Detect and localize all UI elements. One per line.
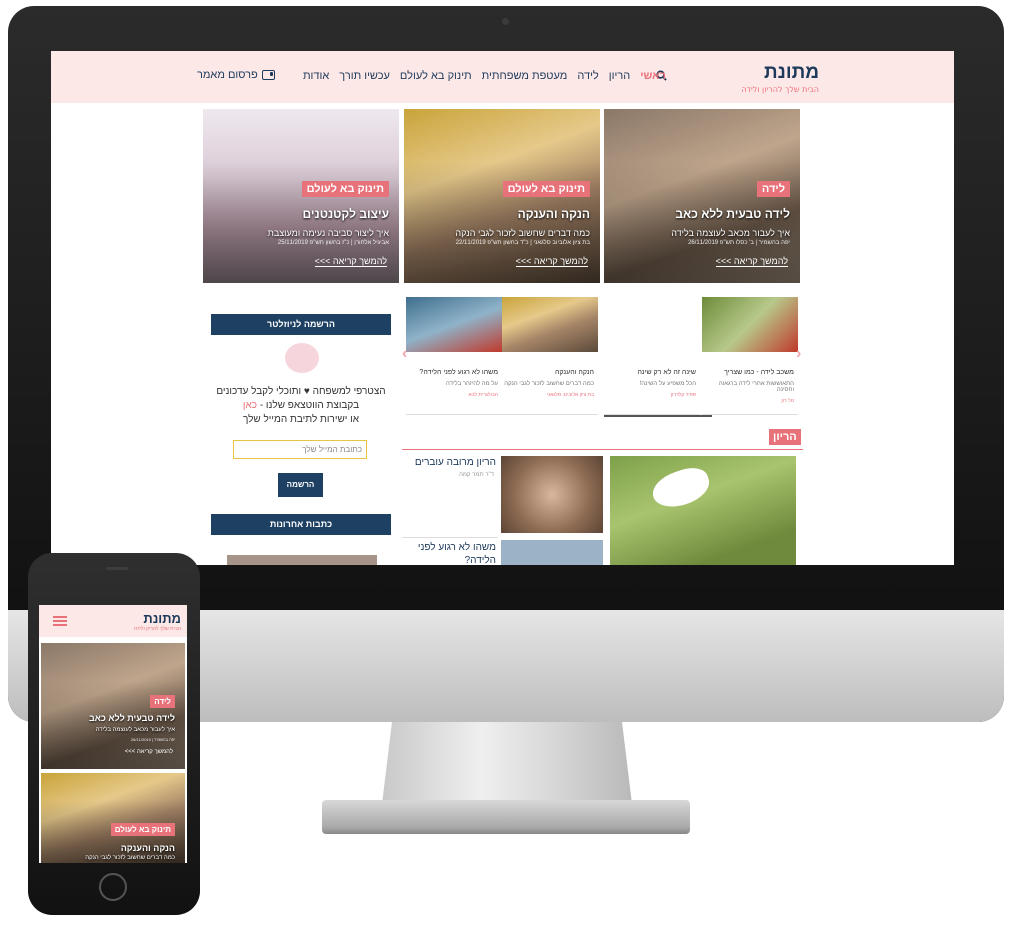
site-logo[interactable]: מתונת הבית שלך להריון ולידה [739, 62, 819, 95]
carousel-image [702, 297, 798, 352]
logo-tagline: הבית שלך להריון ולידה [741, 85, 819, 94]
carousel-title[interactable]: שינה זה לא רק שינה [604, 369, 697, 376]
carousel-author[interactable]: ספיר קלדרון [604, 392, 696, 398]
newsletter-illustration [285, 343, 319, 373]
newsletter-line-3: או ישירות לתיבת המייל שלך [242, 414, 360, 425]
hero-meta: יפה בהשמיר | 26/11/2019 [130, 737, 175, 742]
nav-item-home[interactable]: ראשי [640, 70, 666, 82]
hero-title[interactable]: לידה טבעית ללא כאב [89, 713, 175, 723]
hero-card-nursing[interactable]: תינוק בא לעולם הנקה והענקה כמה דברים שחש… [404, 109, 600, 283]
article-thumbnail[interactable] [501, 540, 603, 565]
carousel-desc: על מה להיזהר בלידה [446, 381, 498, 387]
logo-text: מתונת [764, 62, 819, 83]
newsletter-heading: הרשמה לניוזלטר [211, 314, 391, 335]
newsletter-line-2: בקבוצת הווטצאפ שלנו - [257, 400, 360, 411]
carousel-card[interactable]: משכב לידה - כמו שצריך התאוששות אחרי לידה… [702, 297, 798, 415]
hero-subtitle: איך לעבור מכאב לעוצמה בלידה [671, 228, 790, 238]
imac-stand [382, 722, 632, 804]
recent-post-thumbnail[interactable] [227, 555, 377, 565]
mobile-logo[interactable]: מתונת הבית שלך להריון ולידה [134, 611, 181, 632]
article-divider [402, 537, 498, 538]
chevron-left-icon[interactable]: ‹ [402, 345, 407, 363]
carousel-card[interactable]: שינה זה לא רק שינה הכל משפיע על השינה! ס… [604, 297, 700, 415]
nav-item-birth[interactable]: לידה [577, 70, 598, 82]
logo-text: מתונת [143, 611, 181, 626]
hero-meta: אביגיל אלחורן | כ"ז בחשון תש"פ 25/11/201… [277, 240, 389, 246]
newsletter-line-1: הצטרפי למשפחה ♥ ותוכלי לקבל עדכונים [216, 386, 386, 397]
id-card-icon [261, 70, 275, 80]
mobile-header: מתונת הבית שלך להריון ולידה [39, 605, 187, 637]
mobile-hero-card[interactable]: תינוק בא לעולם הנקה והענקה כמה דברים שחש… [41, 773, 185, 863]
publish-label: פרסום מאמר [197, 69, 258, 81]
read-more-link[interactable]: להמשך קריאה >>> [515, 256, 588, 267]
recent-posts-heading: כתבות אחרונות [211, 514, 391, 535]
read-more-link[interactable]: להמשך קריאה >>> [125, 749, 173, 755]
article-title[interactable]: הריון מרובה עוברים [415, 457, 496, 468]
hero-subtitle: כמה דברים שחשוב לזכור לגבי הנקה [85, 855, 175, 861]
article-title[interactable]: משהו לא רגוע לפני הלידה? [406, 541, 496, 565]
section-tag-pregnancy[interactable]: הריון [769, 429, 801, 445]
hero-category-tag[interactable]: תינוק בא לעולם [502, 181, 590, 197]
carousel-image [502, 297, 598, 352]
carousel-image [604, 297, 700, 352]
email-field[interactable]: כתובת המייל שלך [233, 440, 367, 459]
article-author: ד"ר תמר קמה [459, 472, 494, 478]
carousel-image [406, 297, 502, 352]
desktop-site: מתונת הבית שלך להריון ולידה ראשי הריון ל… [51, 51, 954, 565]
main-nav: ראשי הריון לידה מעטפת משפחתית תינוק בא ל… [303, 70, 666, 82]
read-more-link[interactable]: להמשך קריאה >>> [715, 256, 788, 267]
phone-speaker [106, 567, 128, 570]
hero-title[interactable]: הנקה והענקה [121, 843, 175, 853]
imac-stand-base [322, 800, 690, 834]
hero-title[interactable]: הנקה והענקה [518, 207, 590, 221]
hero-category-tag[interactable]: לידה [150, 695, 175, 708]
whatsapp-link[interactable]: כאן [243, 400, 257, 411]
carousel-card[interactable]: משהו לא רגוע לפני הלידה? על מה להיזהר בל… [406, 297, 502, 415]
carousel-desc: הכל משפיע על השינה! [639, 381, 696, 387]
nav-item-family[interactable]: מעטפת משפחתית [482, 70, 568, 82]
nav-item-baby[interactable]: תינוק בא לעולם [400, 70, 472, 82]
carousel-title[interactable]: הנקה והענקה [502, 369, 594, 376]
article-thumbnail[interactable] [501, 456, 603, 533]
newsletter-text: הצטרפי למשפחה ♥ ותוכלי לקבל עדכונים בקבו… [211, 385, 391, 427]
hero-category-tag[interactable]: תינוק בא לעולם [301, 181, 389, 197]
carousel-author[interactable]: הבולגרית לבא [406, 392, 498, 398]
nav-item-your-turn[interactable]: עכשיו תורך [339, 70, 390, 82]
mobile-hero-card[interactable]: לידה לידה טבעית ללא כאב איך לעבור מכאב ל… [41, 643, 185, 769]
section-divider [402, 449, 803, 450]
carousel-title[interactable]: משכב לידה - כמו שצריך [702, 369, 794, 376]
phone-home-button [99, 873, 127, 901]
carousel-desc: כמה דברים שחשוב לזכור לגבי הנקה [504, 381, 594, 387]
nav-item-about[interactable]: אודות [303, 70, 329, 82]
hero-subtitle: איך לעבור מכאב לעוצמה בלידה [95, 727, 175, 733]
read-more-link[interactable]: להמשך קריאה >>> [314, 256, 387, 267]
site-header: מתונת הבית שלך להריון ולידה ראשי הריון ל… [51, 51, 954, 103]
logo-tagline: הבית שלך להריון ולידה [133, 626, 181, 632]
newsletter-box: הצטרפי למשפחה ♥ ותוכלי לקבל עדכונים בקבו… [209, 335, 393, 505]
hero-subtitle: כמה דברים שחשוב לזכור לגבי הנקה [455, 228, 590, 238]
carousel-desc: התאוששות אחרי לידה ברגאוה וחסינה [718, 381, 794, 393]
carousel-card[interactable]: הנקה והענקה כמה דברים שחשוב לזכור לגבי ה… [502, 297, 598, 415]
carousel-title[interactable]: משהו לא רגוע לפני הלידה? [406, 369, 498, 376]
hero-meta: בת ציון אלוביוב סלגאני | כ"ד בחשון תש"פ … [455, 240, 590, 246]
hero-category-tag[interactable]: לידה [756, 181, 790, 197]
chevron-right-icon[interactable]: › [796, 345, 801, 363]
publish-article-link[interactable]: פרסום מאמר [197, 69, 275, 81]
carousel-indicator [604, 415, 712, 417]
hero-meta: יפה בהשמיר | ב' כסלו תש"פ 26/11/2019 [688, 240, 790, 246]
mobile-site: מתונת הבית שלך להריון ולידה לידה לידה טב… [39, 605, 187, 863]
carousel-author[interactable]: בת ציון אלוביוב סלגאני [502, 392, 594, 398]
hero-title[interactable]: לידה טבעית ללא כאב [675, 207, 790, 221]
nav-item-pregnancy[interactable]: הריון [609, 70, 630, 82]
hamburger-menu-icon[interactable] [53, 616, 67, 626]
carousel-author[interactable]: טל רון [702, 398, 794, 404]
subscribe-button[interactable]: הרשמה [278, 473, 323, 497]
imac-camera [502, 18, 509, 25]
hero-subtitle: איך ליצור סביבה נעימה ומעוצבת [267, 228, 389, 238]
hero-category-tag[interactable]: תינוק בא לעולם [110, 823, 175, 836]
hero-title[interactable]: עיצוב לקטנטנים [303, 207, 389, 221]
hero-card-birth[interactable]: לידה לידה טבעית ללא כאב איך לעבור מכאב ל… [604, 109, 800, 283]
hero-card-design[interactable]: תינוק בא לעולם עיצוב לקטנטנים איך ליצור … [203, 109, 399, 283]
